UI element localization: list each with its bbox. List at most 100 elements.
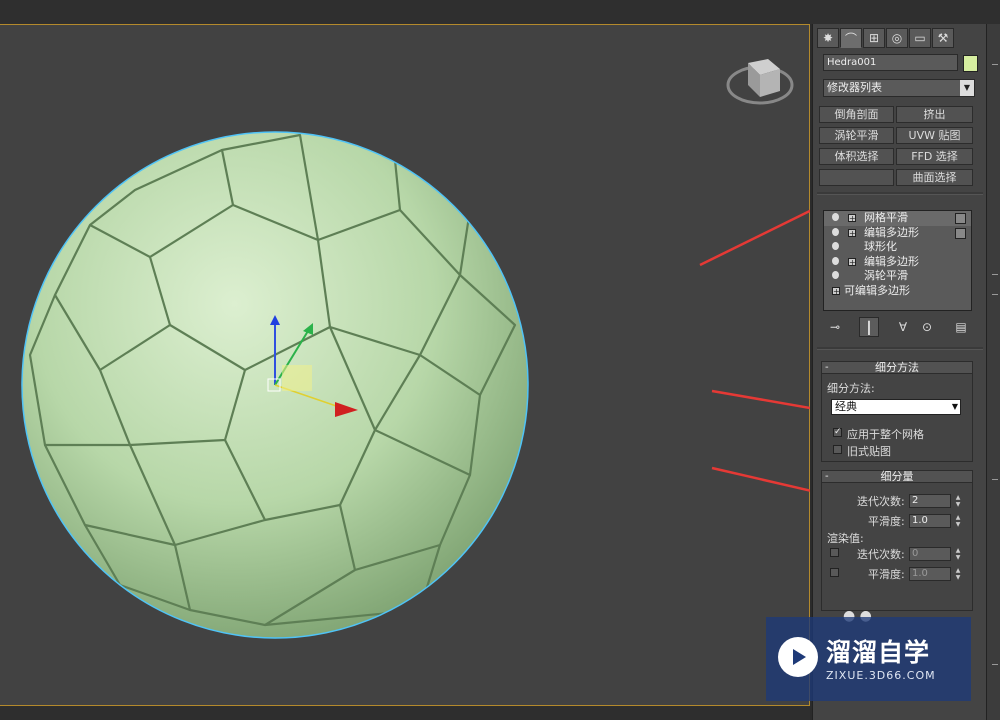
render-smoothness-field[interactable]: 1.0 (909, 567, 951, 581)
subdivision-method-header[interactable]: - 细分方法 (821, 361, 973, 374)
show-end-result-icon[interactable]: ┃ (859, 317, 879, 337)
divider (817, 347, 983, 350)
stack-item-label: 可编辑多边形 (844, 283, 910, 297)
subdivision-method-label: 细分方法: (827, 382, 875, 395)
stack-tools: ⊸ ┃ ∀ ⊙ ▤ (825, 317, 975, 339)
viewcube[interactable] (726, 59, 794, 105)
old-style-mapping-checkbox[interactable] (833, 445, 842, 454)
expand-icon[interactable]: + (848, 228, 856, 237)
render-iterations-checkbox[interactable] (830, 548, 839, 557)
lightbulb-icon[interactable] (832, 213, 839, 221)
modify-tab-icon[interactable]: ⌒ (840, 28, 862, 48)
lightbulb-icon[interactable] (832, 271, 839, 280)
perspective-viewport[interactable] (0, 24, 810, 706)
subdivision-method-select[interactable]: 经典 ▼ (831, 399, 961, 415)
object-color-swatch[interactable] (963, 55, 978, 72)
extrude-button[interactable]: 挤出 (896, 106, 973, 123)
collapse-icon: - (825, 362, 829, 373)
utilities-tab-icon[interactable]: ⚒ (932, 28, 954, 48)
stack-item-label: 编辑多边形 (864, 254, 919, 268)
stack-item-label: 编辑多边形 (864, 225, 919, 239)
modifier-list-dropdown[interactable]: 修改器列表 ▼ (823, 79, 975, 97)
stack-item-label: 球形化 (864, 240, 897, 254)
lightbulb-icon[interactable] (832, 242, 839, 251)
chevron-down-icon: ▼ (951, 402, 958, 411)
render-iterations-spinner[interactable]: 0 ▲ ▼ (909, 547, 965, 561)
stack-item[interactable]: + 网格平滑 (824, 211, 971, 226)
configure-sets-icon[interactable]: ▤ (951, 317, 971, 337)
render-smoothness-checkbox[interactable] (830, 568, 839, 577)
surface-select-button[interactable]: 曲面选择 (896, 169, 973, 186)
apply-whole-mesh-checkbox[interactable]: ✓ (833, 428, 842, 437)
arrow-to-method (711, 389, 810, 410)
gizmo-plane-handle[interactable] (282, 365, 312, 391)
volume-select-button[interactable]: 体积选择 (819, 148, 894, 165)
render-iterations-label: 迭代次数: (857, 548, 905, 561)
stack-item-label: 网格平滑 (864, 211, 908, 224)
expand-icon[interactable]: + (848, 214, 856, 223)
spinner-arrows-icon[interactable]: ▲ ▼ (953, 547, 963, 561)
smoothness-field[interactable]: 1.0 (909, 514, 951, 528)
make-unique-icon[interactable]: ∀ (893, 317, 913, 337)
render-values-label: 渲染值: (827, 532, 864, 545)
stack-item[interactable]: 球形化 (824, 240, 971, 255)
arrow-to-iterations (711, 466, 810, 492)
arrow-to-stack (699, 209, 810, 267)
render-iterations-field[interactable]: 0 (909, 547, 951, 561)
object-name-field[interactable]: Hedra001 (823, 54, 958, 71)
old-style-mapping-label: 旧式贴图 (847, 445, 891, 458)
subdivision-amount-header[interactable]: - 细分量 (821, 470, 973, 483)
watermark-title: 溜溜自学 (826, 638, 931, 667)
render-smoothness-spinner[interactable]: 1.0 ▲ ▼ (909, 567, 965, 581)
chevron-down-icon: ▼ (960, 80, 974, 96)
modifier-stack[interactable]: + 网格平滑 + 编辑多边形 球形化 + 编辑多边形 涡轮平滑 + 可编辑多边形 (823, 210, 972, 311)
command-panel-tabs: ✸ ⌒ ⊞ ◎ ▭ ⚒ (817, 28, 954, 48)
stack-item[interactable]: + 编辑多边形 (824, 226, 971, 241)
modifier-toggle-icon[interactable] (955, 213, 966, 224)
watermark-url: ZIXUE.3D66.COM (826, 669, 936, 682)
subdivision-method-title: 细分方法 (875, 361, 919, 374)
turbosmooth-button[interactable]: 涡轮平滑 (819, 127, 894, 144)
viewport-canvas[interactable] (0, 25, 810, 707)
top-toolbar-strip (0, 0, 1000, 24)
display-tab-icon[interactable]: ▭ (909, 28, 931, 48)
motion-tab-icon[interactable]: ◎ (886, 28, 908, 48)
hierarchy-tab-icon[interactable]: ⊞ (863, 28, 885, 48)
empty-modifier-button[interactable] (819, 169, 894, 186)
expand-icon[interactable]: + (832, 286, 840, 295)
stack-item[interactable]: 涡轮平滑 (824, 269, 971, 284)
iterations-field[interactable]: 2 (909, 494, 951, 508)
panel-scrollbar[interactable] (986, 24, 1000, 720)
divider (817, 192, 983, 195)
create-tab-icon[interactable]: ✸ (817, 28, 839, 48)
apply-whole-mesh-label: 应用于整个网格 (847, 428, 924, 441)
spinner-arrows-icon[interactable]: ▲ ▼ (953, 514, 963, 528)
render-smoothness-label: 平滑度: (868, 568, 905, 581)
subdivision-amount-title: 细分量 (880, 470, 914, 483)
stack-item[interactable]: + 可编辑多边形 (824, 284, 971, 299)
remove-modifier-icon[interactable]: ⊙ (917, 317, 937, 337)
uvw-map-button[interactable]: UVW 贴图 (896, 127, 973, 144)
subdivision-method-value: 经典 (835, 400, 857, 413)
smoothness-spinner[interactable]: 1.0 ▲ ▼ (909, 514, 965, 528)
collapse-icon: - (825, 471, 829, 482)
bevel-profile-button[interactable]: 倒角剖面 (819, 106, 894, 123)
lightbulb-icon[interactable] (832, 227, 839, 236)
lightbulb-icon[interactable] (832, 256, 839, 265)
watermark-logo: 溜溜自学 ZIXUE.3D66.COM (766, 617, 971, 701)
play-icon (778, 637, 818, 677)
command-panel: ✸ ⌒ ⊞ ◎ ▭ ⚒ Hedra001 修改器列表 ▼ 倒角剖面 挤出 涡轮平… (812, 24, 987, 720)
pin-stack-icon[interactable]: ⊸ (825, 317, 845, 337)
spinner-arrows-icon[interactable]: ▲ ▼ (953, 567, 963, 581)
modifier-toggle-icon[interactable] (955, 227, 966, 239)
iterations-label: 迭代次数: (857, 495, 905, 508)
expand-icon[interactable]: + (848, 257, 856, 266)
modifier-list-label: 修改器列表 (827, 81, 882, 94)
annotation-arrows (699, 209, 810, 492)
viewport-bottom-strip (0, 706, 810, 720)
stack-item[interactable]: + 编辑多边形 (824, 255, 971, 270)
iterations-spinner[interactable]: 2 ▲ ▼ (909, 494, 965, 508)
smoothness-label: 平滑度: (868, 515, 905, 528)
ffd-select-button[interactable]: FFD 选择 (896, 148, 973, 165)
spinner-arrows-icon[interactable]: ▲ ▼ (953, 494, 963, 508)
